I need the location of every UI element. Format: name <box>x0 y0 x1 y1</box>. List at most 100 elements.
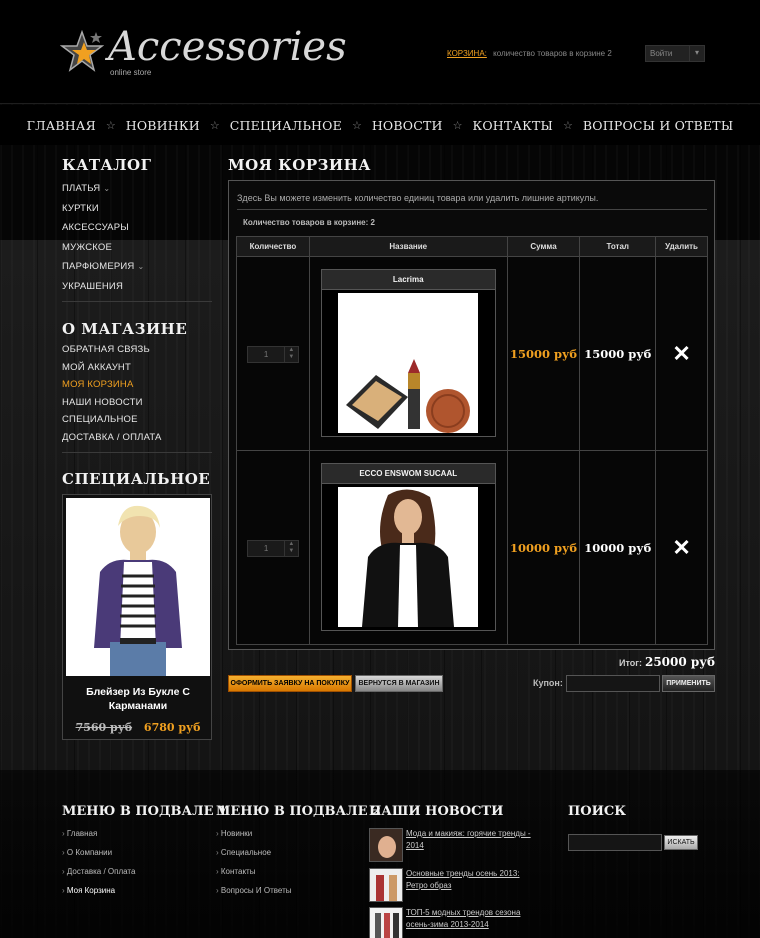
row-total: 10000 руб <box>584 540 652 555</box>
news-thumbnail <box>369 828 403 862</box>
delete-icon[interactable]: ✕ <box>672 341 690 366</box>
news-link[interactable]: Основные тренды осень 2013: Ретро образ <box>406 868 531 892</box>
qty-cell: 1 ▲ ▼ <box>236 256 310 451</box>
product-card[interactable]: Lacrima <box>320 269 496 437</box>
product-cell: Lacrima <box>308 256 508 451</box>
nav-new[interactable]: НОВИНКИ <box>126 118 200 133</box>
header-cart-info: КОРЗИНА: количество товаров в корзине 2 <box>447 49 612 58</box>
news-item[interactable]: ТОП-5 модных трендов сезона осень-зима 2… <box>369 907 529 938</box>
about-item-feedback[interactable]: ОБРАТНАЯ СВЯЗЬ <box>62 341 162 359</box>
table-row: 1 ▲ ▼ ECCO ENSWOM SUCAAL 10000 руб 10000… <box>236 450 708 645</box>
nav-home[interactable]: ГЛАВНАЯ <box>27 118 96 133</box>
footer-link-faq[interactable]: Вопросы И Ответы <box>216 886 292 905</box>
cart-table: Количество Название Сумма Тотал Удалить … <box>236 236 708 645</box>
column-header: Тотал <box>579 236 657 257</box>
footer-news-title: НАШИ НОВОСТИ <box>369 804 504 819</box>
footer-menu2: Новинки Специальное Контакты Вопросы И О… <box>216 829 292 905</box>
footer-menu1-title: МЕНЮ В ПОДВАЛЕ 1 <box>62 804 228 819</box>
new-price: 6780 руб <box>143 721 201 734</box>
delete-cell: ✕ <box>655 256 708 451</box>
catalog-item-men[interactable]: МУЖСКОЕ <box>62 238 144 258</box>
column-header: Название <box>308 236 508 257</box>
footer-link-about[interactable]: О Компании <box>62 848 135 867</box>
cart-link[interactable]: КОРЗИНА: <box>447 49 487 58</box>
spinner-arrows-icon[interactable]: ▲ ▼ <box>283 541 298 556</box>
special-product-card[interactable]: Блейзер Из Букле С Карманами 7560 руб 67… <box>62 494 212 740</box>
footer-link-cart[interactable]: Моя Корзина <box>62 886 135 905</box>
about-item-delivery[interactable]: ДОСТАВКА / ОПЛАТА <box>62 429 162 447</box>
quantity-value: 1 <box>263 544 269 553</box>
search-input[interactable] <box>568 834 662 851</box>
cart-summary: количество товаров в корзине 2 <box>493 49 612 58</box>
header: Accessories online store КОРЗИНА: количе… <box>0 0 760 104</box>
about-list: ОБРАТНАЯ СВЯЗЬ МОЙ АККАУНТ МОЯ КОРЗИНА Н… <box>62 341 162 446</box>
catalog-item-label: ПАРФЮМЕРИЯ <box>62 261 135 273</box>
old-price: 7560 руб <box>75 721 133 734</box>
nav-faq[interactable]: ВОПРОСЫ И ОТВЕТЫ <box>583 118 733 133</box>
product-image <box>338 487 479 627</box>
star-separator-icon: ☆ <box>563 119 573 132</box>
about-title: О МАГАЗИНЕ <box>62 320 188 338</box>
about-item-cart[interactable]: МОЯ КОРЗИНА <box>62 376 162 394</box>
product-card[interactable]: ECCO ENSWOM SUCAAL <box>320 463 496 631</box>
search-button[interactable]: ИСКАТЬ <box>664 835 698 850</box>
total-cell: 15000 руб <box>579 256 657 451</box>
sidebar-divider <box>62 301 212 302</box>
column-header: Количество <box>236 236 310 257</box>
catalog-list: ПЛАТЬЯ ⌄ КУРТКИ АКСЕССУАРЫ МУЖСКОЕ ПАРФЮМ… <box>62 179 144 297</box>
news-item[interactable]: Основные тренды осень 2013: Ретро образ <box>369 868 529 904</box>
qty-cell: 1 ▲ ▼ <box>236 450 310 645</box>
login-select[interactable]: Войти ▾ <box>645 45 705 62</box>
apply-coupon-button[interactable]: ПРИМЕНИТЬ <box>662 675 715 692</box>
nav-news[interactable]: НОВОСТИ <box>372 118 443 133</box>
nav-special[interactable]: СПЕЦИАЛЬНОЕ <box>230 118 342 133</box>
quantity-stepper[interactable]: 1 ▲ ▼ <box>246 346 299 363</box>
nav-contacts[interactable]: КОНТАКТЫ <box>472 118 553 133</box>
catalog-item-jewelry[interactable]: УКРАШЕНИЯ <box>62 277 144 297</box>
product-name: Lacrima <box>321 270 495 290</box>
main-nav: ГЛАВНАЯ ☆ НОВИНКИ ☆ СПЕЦИАЛЬНОЕ ☆ НОВОСТ… <box>0 105 760 145</box>
catalog-item-accessories[interactable]: АКСЕССУАРЫ <box>62 218 144 238</box>
footer-link-contacts[interactable]: Контакты <box>216 867 292 886</box>
back-to-shop-button[interactable]: ВЕРНУТСЯ В МАГАЗИН <box>355 675 443 692</box>
catalog-item-jackets[interactable]: КУРТКИ <box>62 199 144 219</box>
star-separator-icon: ☆ <box>209 119 220 132</box>
footer-link-home[interactable]: Главная <box>62 829 135 848</box>
logo[interactable]: Accessories online store <box>60 24 347 80</box>
coupon-input[interactable] <box>566 675 660 692</box>
special-product-name: Блейзер Из Букле С Карманами <box>86 686 190 712</box>
sidebar-divider <box>62 452 212 453</box>
catalog-item-perfume[interactable]: ПАРФЮМЕРИЯ ⌄ <box>62 257 144 277</box>
footer-link-new[interactable]: Новинки <box>216 829 292 848</box>
row-sum: 10000 руб <box>509 540 578 555</box>
chevron-down-icon: ⌄ <box>103 184 111 193</box>
news-link[interactable]: Мода и макияж: горячие тренды - 2014 <box>406 828 531 852</box>
cart-count: Количество товаров в корзине: 2 <box>243 218 375 227</box>
delete-icon[interactable]: ✕ <box>672 535 690 560</box>
spinner-arrows-icon[interactable]: ▲ ▼ <box>283 347 298 362</box>
place-order-button[interactable]: ОФОРМИТЬ ЗАЯВКУ НА ПОКУПКУ <box>228 675 352 692</box>
news-thumbnail <box>369 907 403 938</box>
footer-link-special[interactable]: Специальное <box>216 848 292 867</box>
page: Accessories online store КОРЗИНА: количе… <box>0 0 760 938</box>
star-separator-icon: ☆ <box>105 119 116 132</box>
quantity-stepper[interactable]: 1 ▲ ▼ <box>246 540 299 557</box>
login-label: Войти <box>650 49 673 58</box>
product-image <box>338 293 479 433</box>
cart-total: Итог: 25000 руб <box>560 655 715 669</box>
logo-subtitle: online store <box>110 68 152 77</box>
news-link[interactable]: ТОП-5 модных трендов сезона осень-зима 2… <box>406 907 531 931</box>
catalog-title: КАТАЛОГ <box>62 156 152 174</box>
row-sum: 15000 руб <box>509 346 578 361</box>
cart-panel: Здесь Вы можете изменить количество един… <box>228 180 715 650</box>
footer-link-delivery[interactable]: Доставка / Оплата <box>62 867 136 886</box>
news-thumbnail <box>369 868 403 902</box>
catalog-item-dresses[interactable]: ПЛАТЬЯ ⌄ <box>62 179 144 199</box>
about-item-news[interactable]: НАШИ НОВОСТИ <box>62 394 162 412</box>
about-item-account[interactable]: МОЙ АККАУНТ <box>62 359 162 377</box>
about-item-special[interactable]: СПЕЦИАЛЬНОЕ <box>62 411 162 429</box>
table-row: 1 ▲ ▼ Lacrima 15000 руб 15000 руб ✕ <box>236 256 708 451</box>
sum-cell: 10000 руб <box>506 450 581 645</box>
total-label: Итог: <box>618 658 642 668</box>
news-item[interactable]: Мода и макияж: горячие тренды - 2014 <box>369 828 531 864</box>
